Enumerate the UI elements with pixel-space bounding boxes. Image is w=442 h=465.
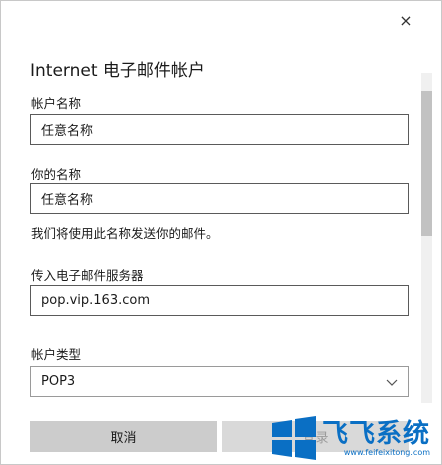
watermark-url: www.feifeixitong.com — [343, 447, 431, 457]
incoming-server-label: 传入电子邮件服务器 — [31, 268, 144, 283]
close-icon: × — [399, 10, 413, 30]
scrollbar-thumb[interactable] — [421, 91, 432, 236]
account-type-label: 帐户类型 — [31, 347, 82, 362]
email-account-dialog: × Internet 电子邮件帐户 帐户名称 你的名称 我们将使用此名称发送你的… — [0, 0, 442, 465]
account-type-select[interactable]: POP3 — [30, 366, 409, 397]
incoming-server-input[interactable] — [30, 285, 409, 316]
account-type-value: POP3 — [41, 374, 76, 389]
close-button[interactable]: × — [396, 10, 416, 30]
site-watermark: 飞飞系统 www.feifeixitong.com — [246, 412, 441, 464]
your-name-input[interactable] — [30, 183, 409, 214]
chevron-down-icon — [386, 379, 398, 386]
account-name-label: 帐户名称 — [31, 96, 82, 111]
your-name-label: 你的名称 — [31, 167, 82, 182]
account-name-input[interactable] — [30, 114, 409, 145]
your-name-hint: 我们将使用此名称发送你的邮件。 — [31, 226, 219, 241]
windows-logo-icon — [272, 416, 316, 460]
watermark-name: 飞飞系统 — [322, 418, 431, 449]
cancel-button[interactable]: 取消 — [30, 421, 217, 452]
dialog-title: Internet 电子邮件帐户 — [30, 61, 205, 81]
